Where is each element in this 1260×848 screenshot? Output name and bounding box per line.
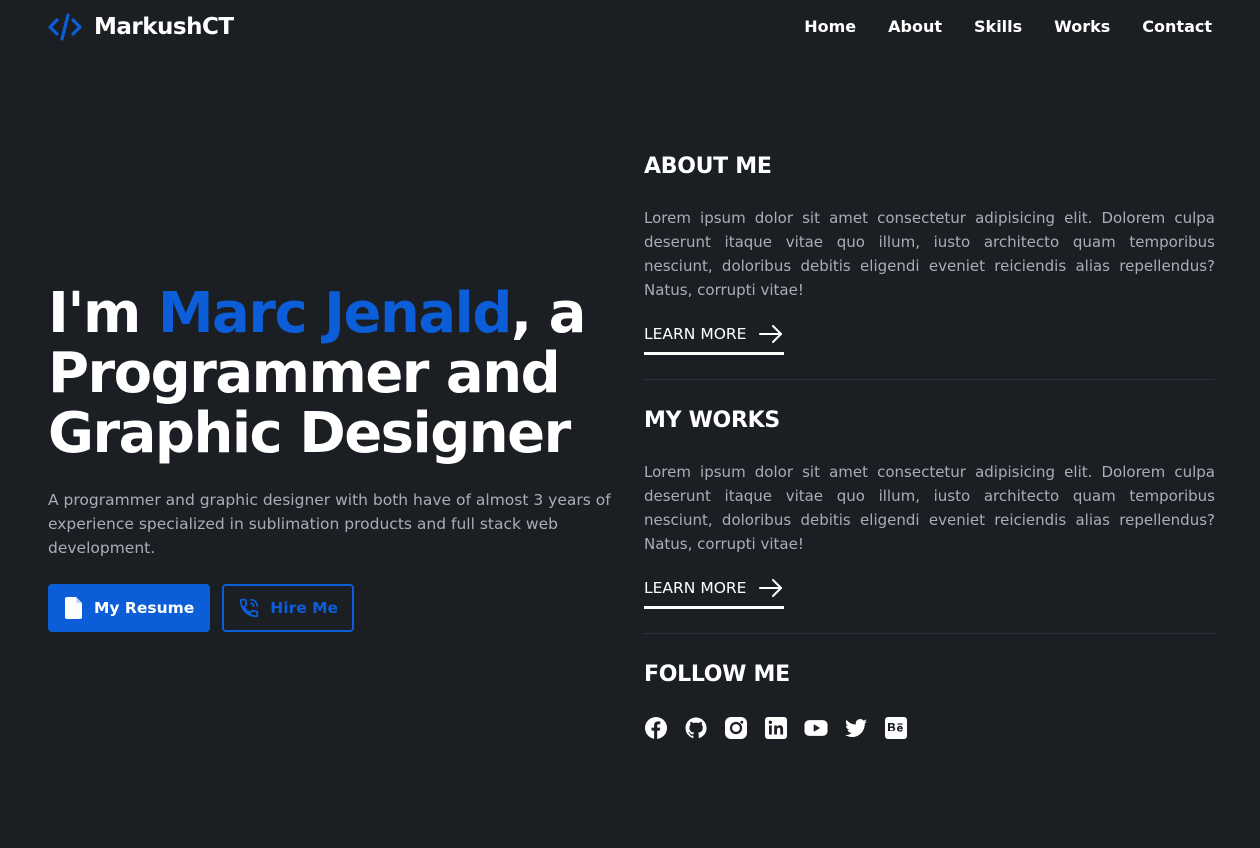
hire-me-button[interactable]: Hire Me (222, 584, 355, 632)
instagram-link[interactable] (724, 716, 748, 740)
nav-item-about[interactable]: About (888, 17, 942, 36)
works-learn-more-label: LEARN MORE (644, 579, 747, 597)
divider (644, 633, 1215, 634)
hero-description: A programmer and graphic designer with b… (48, 491, 611, 557)
arrow-right-icon (759, 325, 783, 343)
twitter-icon (845, 719, 867, 737)
nav-item-works[interactable]: Works (1054, 17, 1110, 36)
behance-link[interactable] (884, 716, 908, 740)
hero-title: I'm Marc Jenald, a Programmer and Graphi… (48, 284, 618, 464)
twitter-link[interactable] (844, 716, 868, 740)
works-text: Lorem ipsum dolor sit amet consectetur a… (644, 463, 1215, 553)
linkedin-icon (765, 717, 787, 739)
hero-section: I'm Marc Jenald, a Programmer and Graphi… (48, 284, 618, 632)
brand-name: MarkushCT (94, 14, 234, 40)
hire-me-button-label: Hire Me (270, 599, 339, 617)
about-section: ABOUT ME Lorem ipsum dolor sit amet cons… (644, 152, 1215, 355)
behance-icon (885, 717, 907, 739)
works-section: MY WORKS Lorem ipsum dolor sit amet cons… (644, 406, 1215, 609)
phone-call-icon (240, 598, 259, 618)
youtube-link[interactable] (804, 716, 828, 740)
linkedin-link[interactable] (764, 716, 788, 740)
divider (644, 379, 1215, 380)
social-links (644, 716, 1215, 740)
github-icon (685, 717, 707, 739)
works-title: MY WORKS (644, 408, 780, 433)
brand-logo[interactable]: MarkushCT (48, 12, 234, 42)
about-learn-more-label: LEARN MORE (644, 325, 747, 343)
nav-item-skills[interactable]: Skills (974, 17, 1022, 36)
youtube-icon (804, 720, 828, 736)
nav-item-contact[interactable]: Contact (1142, 17, 1212, 36)
info-column: ABOUT ME Lorem ipsum dolor sit amet cons… (644, 152, 1215, 740)
instagram-icon (725, 717, 747, 739)
about-learn-more-link[interactable]: LEARN MORE (644, 324, 785, 355)
top-navbar: MarkushCT Home About Skills Works Contac… (0, 0, 1260, 56)
arrow-right-icon (759, 579, 783, 597)
about-text: Lorem ipsum dolor sit amet consectetur a… (644, 209, 1215, 299)
resume-button[interactable]: My Resume (48, 584, 211, 632)
resume-button-label: My Resume (94, 599, 195, 617)
hero-title-prefix: I'm (48, 281, 158, 346)
portfolio-page: MarkushCT Home About Skills Works Contac… (0, 0, 1260, 848)
facebook-icon (645, 717, 667, 739)
hero-title-name: Marc Jenald (157, 281, 513, 346)
facebook-link[interactable] (644, 716, 668, 740)
works-learn-more-link[interactable]: LEARN MORE (644, 578, 785, 609)
follow-title: FOLLOW ME (644, 662, 790, 687)
github-link[interactable] (684, 716, 708, 740)
follow-section: FOLLOW ME (644, 660, 1215, 740)
nav-menu: Home About Skills Works Contact (804, 17, 1212, 36)
nav-item-home[interactable]: Home (804, 17, 856, 36)
file-icon (65, 597, 82, 619)
about-title: ABOUT ME (644, 154, 772, 179)
hero-buttons: My Resume Hire Me (48, 584, 618, 632)
code-icon (48, 13, 82, 41)
